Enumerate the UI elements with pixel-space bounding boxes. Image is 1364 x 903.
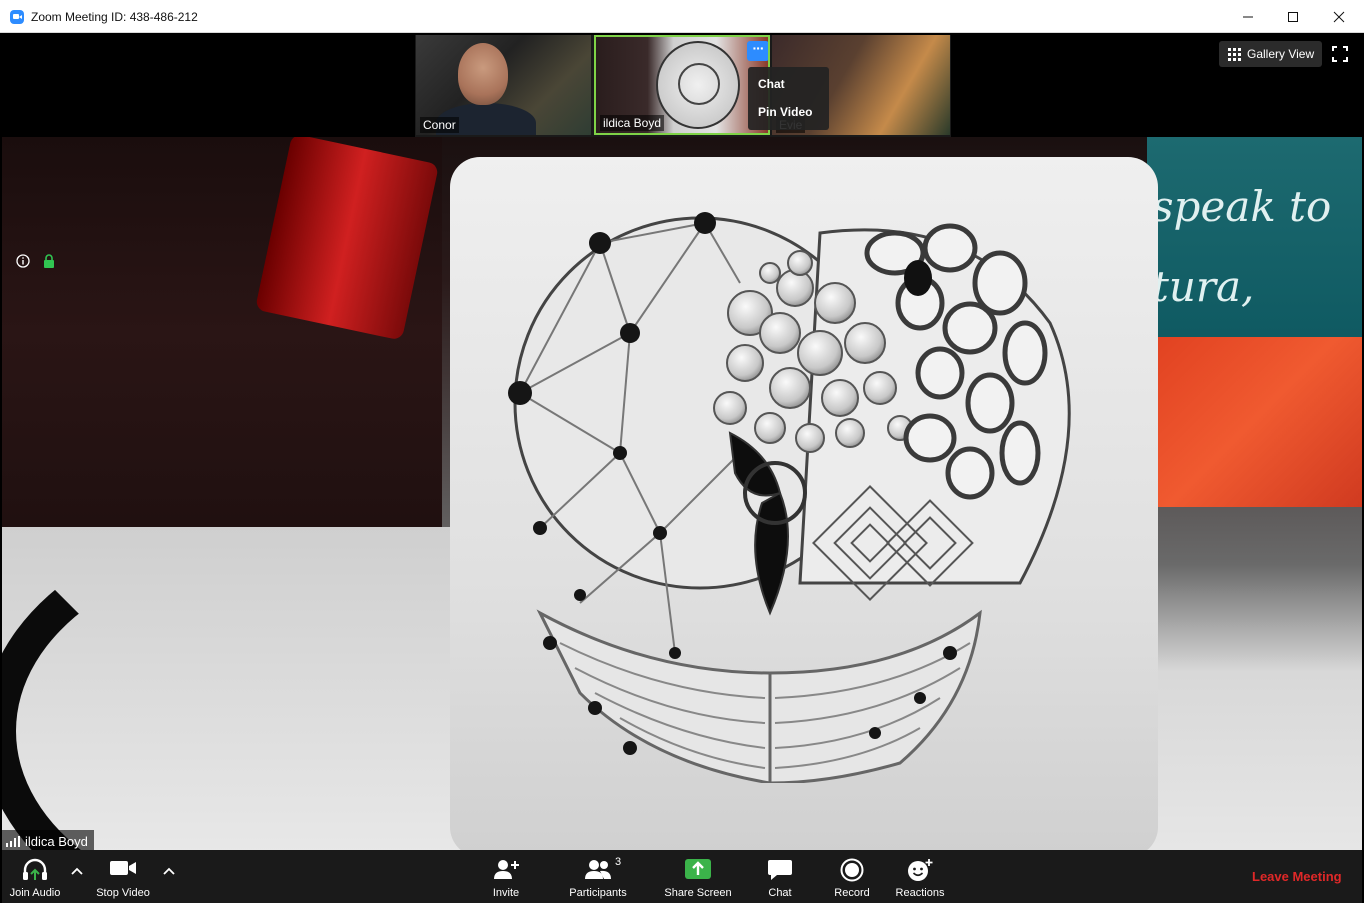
fullscreen-button[interactable] bbox=[1332, 46, 1348, 62]
close-icon bbox=[1333, 11, 1345, 22]
grid-icon bbox=[1228, 48, 1241, 61]
minimize-icon bbox=[1243, 16, 1253, 17]
speaker-name: ildica Boyd bbox=[25, 833, 88, 849]
thumbnail-context-menu: Chat Pin Video bbox=[748, 67, 829, 130]
main-video[interactable]: speak to tura, Drama bbox=[2, 137, 1362, 850]
close-button[interactable] bbox=[1316, 0, 1362, 33]
smiley-add-icon bbox=[908, 859, 933, 881]
chat-label: Chat bbox=[768, 887, 792, 899]
participants-label: Participants bbox=[569, 887, 627, 899]
meeting-stage: speak to tura, Drama bbox=[2, 33, 1362, 850]
thumbnail-name-label: Conor bbox=[420, 117, 459, 133]
stop-video-button[interactable]: Stop Video bbox=[90, 850, 156, 903]
more-options-button[interactable]: ··· bbox=[747, 41, 768, 61]
gallery-view-button[interactable]: Gallery View bbox=[1219, 41, 1322, 67]
video-camera-icon bbox=[110, 861, 136, 875]
meeting-info-icon[interactable] bbox=[16, 254, 30, 268]
reactions-label: Reactions bbox=[895, 887, 945, 899]
title-bar: Zoom Meeting ID: 438-486-212 bbox=[0, 0, 1364, 33]
chat-bubble-icon bbox=[768, 860, 792, 880]
maximize-button[interactable] bbox=[1270, 0, 1316, 33]
share-screen-button[interactable]: Share Screen bbox=[658, 850, 738, 903]
signal-strength-icon bbox=[6, 835, 20, 847]
reactions-button[interactable]: Reactions bbox=[888, 850, 952, 903]
thumbnail-ildica-boyd[interactable]: ildica Boyd ··· bbox=[594, 35, 770, 135]
thumbnail-name-label: ildica Boyd bbox=[600, 115, 665, 131]
zentangle-drawing bbox=[508, 212, 1071, 783]
chevron-up-icon bbox=[163, 867, 175, 875]
window-title: Zoom Meeting ID: 438-486-212 bbox=[31, 10, 198, 24]
gallery-view-label: Gallery View bbox=[1247, 47, 1315, 61]
fullscreen-icon bbox=[1332, 46, 1348, 62]
share-screen-icon bbox=[685, 859, 711, 879]
video-options-caret[interactable] bbox=[162, 864, 176, 875]
meeting-toolbar: Join Audio Stop Video Invite 3 Participa… bbox=[2, 850, 1362, 903]
video-thumbnail-strip: Conor ildica Boyd ··· Evie bbox=[415, 35, 951, 137]
video-text-line-1: speak to bbox=[1152, 182, 1332, 231]
chevron-up-icon bbox=[71, 867, 83, 875]
menu-item-chat[interactable]: Chat bbox=[758, 77, 785, 91]
video-orange-object bbox=[1142, 337, 1362, 507]
zoom-app-icon bbox=[10, 10, 24, 24]
share-screen-label: Share Screen bbox=[664, 887, 732, 899]
minimize-button[interactable] bbox=[1225, 0, 1271, 33]
add-person-icon bbox=[494, 860, 519, 879]
participant-face bbox=[458, 43, 508, 105]
leave-meeting-button[interactable]: Leave Meeting bbox=[1252, 869, 1342, 884]
speaker-name-tag: ildica Boyd bbox=[2, 830, 94, 850]
participants-button[interactable]: 3 Participants bbox=[558, 850, 638, 903]
maximize-icon bbox=[1288, 11, 1298, 22]
menu-item-pin-video[interactable]: Pin Video bbox=[758, 105, 812, 119]
invite-label: Invite bbox=[492, 887, 520, 899]
join-audio-label: Join Audio bbox=[9, 887, 61, 899]
headphones-icon bbox=[23, 858, 47, 880]
record-button[interactable]: Record bbox=[826, 850, 878, 903]
join-audio-button[interactable]: Join Audio bbox=[2, 850, 68, 903]
thumbnail-conor[interactable]: Conor bbox=[416, 35, 591, 135]
record-icon bbox=[840, 858, 864, 882]
invite-button[interactable]: Invite bbox=[476, 850, 536, 903]
stop-video-label: Stop Video bbox=[96, 887, 150, 899]
record-label: Record bbox=[834, 887, 870, 899]
participants-icon bbox=[585, 860, 611, 879]
audio-options-caret[interactable] bbox=[70, 864, 84, 875]
encryption-lock-icon[interactable] bbox=[43, 254, 55, 268]
thumbnail-doodle bbox=[656, 41, 740, 129]
participant-count-badge: 3 bbox=[615, 856, 622, 868]
chat-button[interactable]: Chat bbox=[754, 850, 806, 903]
